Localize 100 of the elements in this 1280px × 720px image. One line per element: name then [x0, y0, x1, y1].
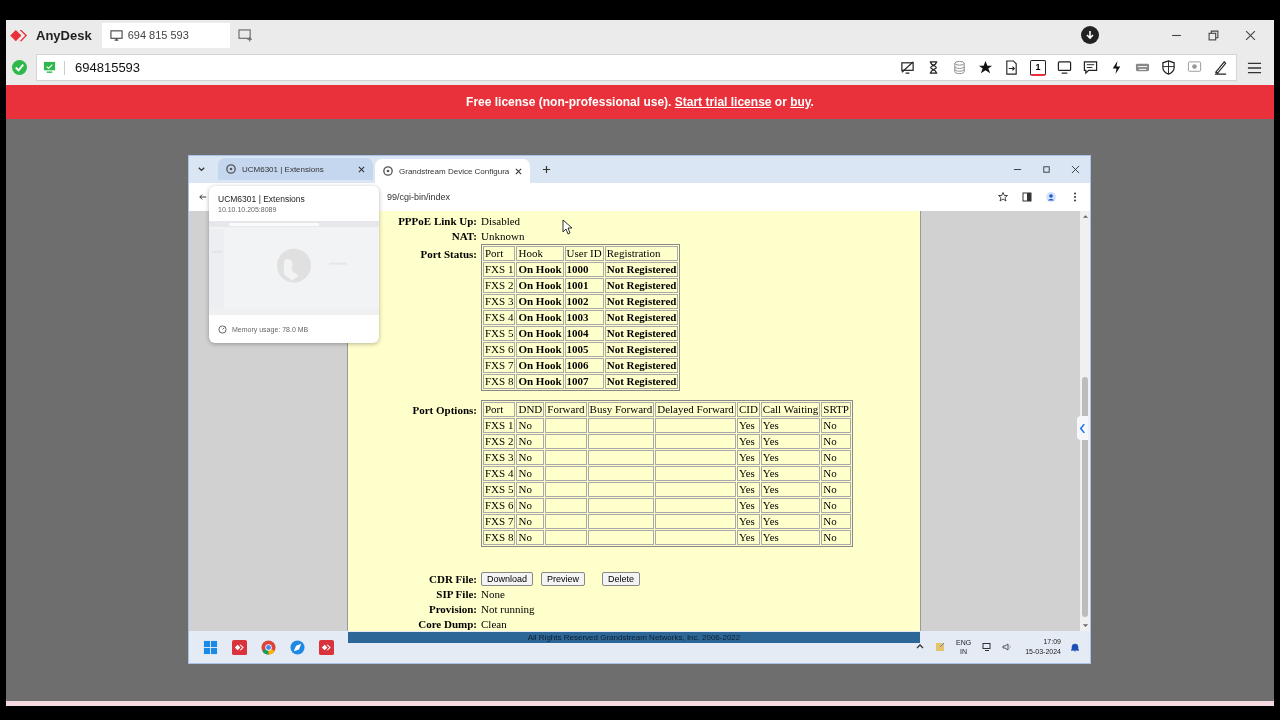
table-cell: [545, 418, 587, 433]
tab-list-icon[interactable]: [197, 165, 206, 174]
file-button[interactable]: Delete: [602, 572, 641, 586]
tray-app-icon[interactable]: [935, 642, 945, 652]
address-field[interactable]: 694815593 1: [36, 54, 1237, 81]
menu-icon[interactable]: [1247, 60, 1262, 75]
session-tab[interactable]: 694 815 593: [101, 22, 230, 48]
table-cell: No: [821, 498, 851, 513]
table-cell: Not Registered: [604, 262, 679, 277]
new-session-icon[interactable]: [237, 28, 253, 42]
copyright-text: All Rights Reserved Grandstream Networks, Inc. 2006-2022: [527, 632, 741, 643]
star-icon[interactable]: [978, 60, 993, 75]
record-icon[interactable]: [1187, 60, 1202, 75]
monitor-icon: [109, 28, 123, 42]
database-icon[interactable]: [952, 60, 967, 75]
monitor-icon[interactable]: [1057, 60, 1072, 75]
table-cell: [587, 434, 655, 449]
table-cell: Not Registered: [604, 326, 679, 341]
file-button[interactable]: Preview: [541, 572, 586, 586]
table-cell: [545, 498, 587, 513]
field-label: NAT:: [451, 229, 477, 244]
scroll-down-icon[interactable]: [1081, 623, 1089, 629]
pen-icon[interactable]: [1213, 60, 1228, 75]
side-panel-icon[interactable]: [1022, 192, 1032, 202]
close-icon[interactable]: [1071, 165, 1080, 174]
column-header: DND: [516, 402, 545, 417]
table-cell: No: [516, 466, 545, 481]
chrome-icon[interactable]: [261, 639, 276, 655]
field-value: Disabled: [481, 214, 521, 229]
table-cell: 1004: [564, 326, 604, 341]
app-name: AnyDesk: [36, 27, 92, 43]
scrollbar[interactable]: [1080, 211, 1090, 631]
scroll-up-icon[interactable]: [1081, 213, 1089, 219]
table-cell: [587, 482, 655, 497]
url-field[interactable]: 99/cgi-bin/index: [387, 192, 451, 202]
table-cell: [587, 418, 655, 433]
speaker-icon[interactable]: [1002, 642, 1013, 652]
trial-license-link[interactable]: Start trial license: [674, 95, 772, 109]
table-cell: No: [821, 450, 851, 465]
table-cell: No: [821, 482, 851, 497]
table-cell: 1000: [564, 262, 604, 277]
card-title: UCM6301 | Extensions: [218, 194, 306, 204]
table-cell: No: [516, 498, 545, 513]
browser-tab[interactable]: UCM6301 | Extensions: [218, 158, 373, 180]
file-button[interactable]: Download: [481, 572, 534, 586]
table-cell: [545, 466, 587, 481]
field-label: Port Status:: [420, 247, 477, 262]
table-cell: FXS 6: [483, 498, 516, 513]
field-label: Port Options:: [412, 403, 477, 418]
table-cell: FXS 5: [483, 482, 516, 497]
close-icon[interactable]: [1245, 29, 1256, 41]
table-cell: [545, 434, 587, 449]
table-cell: On Hook: [516, 262, 564, 277]
file-transfer-icon[interactable]: [1004, 60, 1019, 75]
bookmark-star-icon[interactable]: [998, 192, 1008, 202]
field-value: Unknown: [481, 229, 525, 244]
download-icon[interactable]: [1081, 26, 1099, 44]
back-icon[interactable]: [199, 192, 207, 202]
shield-icon[interactable]: [1161, 60, 1176, 75]
anydesk-taskbar-icon[interactable]: [319, 639, 334, 655]
column-header: Call Waiting: [760, 402, 821, 417]
table-cell: Not Registered: [604, 294, 679, 309]
browser-tab[interactable]: Grandstream Device Configura: [375, 159, 530, 183]
display-button[interactable]: 1: [1030, 59, 1046, 76]
monitor-check-icon: [43, 61, 56, 74]
cursor-icon: [562, 219, 572, 235]
close-icon[interactable]: [515, 167, 522, 175]
table-cell: No: [821, 466, 851, 481]
network-icon[interactable]: [982, 642, 993, 652]
table-cell: FXS 8: [483, 374, 516, 389]
table-cell: Not Registered: [604, 358, 679, 373]
table-cell: Yes: [760, 418, 821, 433]
gauge-icon: [218, 324, 227, 334]
table-cell: Yes: [760, 530, 821, 545]
table-cell: Yes: [760, 514, 821, 529]
profile-icon[interactable]: [1046, 192, 1056, 202]
notification-bell-icon[interactable]: [1070, 642, 1080, 652]
table-cell: On Hook: [516, 326, 564, 341]
start-icon[interactable]: [203, 639, 218, 655]
table-cell: No: [516, 530, 545, 545]
side-handle[interactable]: [1077, 416, 1088, 440]
restore-icon[interactable]: [1208, 29, 1219, 41]
compass-icon[interactable]: [290, 639, 305, 655]
table-cell: No: [516, 450, 545, 465]
anydesk-taskbar-icon[interactable]: [232, 639, 247, 655]
table-cell: On Hook: [516, 358, 564, 373]
column-header: Forward: [545, 402, 587, 417]
field-label: SIP File:: [436, 587, 477, 602]
column-header: Busy Forward: [587, 402, 655, 417]
table-cell: On Hook: [516, 278, 564, 293]
buy-link[interactable]: buy: [790, 95, 811, 109]
close-icon[interactable]: [358, 165, 365, 173]
chat-icon[interactable]: [1083, 60, 1098, 75]
monitor-slash-icon[interactable]: [900, 60, 915, 75]
table-cell: Yes: [736, 466, 760, 481]
field-value: None: [481, 587, 505, 602]
new-tab-icon[interactable]: [542, 165, 551, 174]
table-cell: [545, 450, 587, 465]
table-cell: [545, 482, 587, 497]
maximize-icon[interactable]: [1042, 165, 1051, 174]
